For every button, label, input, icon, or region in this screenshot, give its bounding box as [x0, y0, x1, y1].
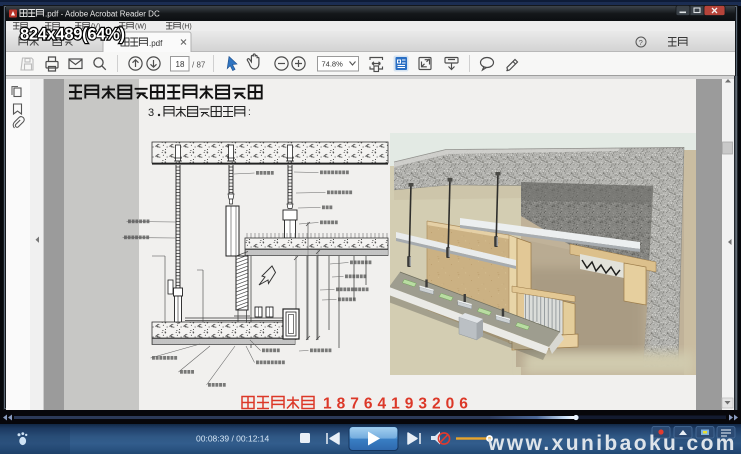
svg-text:74.8%: 74.8%	[322, 60, 344, 69]
svg-text::: :	[248, 107, 251, 118]
svg-text:www.xunibaoku.com: www.xunibaoku.com	[487, 432, 737, 454]
svg-text:/ 87: / 87	[192, 61, 206, 70]
svg-text:18: 18	[176, 60, 185, 69]
svg-text:(W): (W)	[135, 24, 146, 31]
svg-text:3: 3	[148, 107, 154, 119]
svg-text:.pdf - Adobe Acrobat Reader DC: .pdf - Adobe Acrobat Reader DC	[45, 10, 160, 19]
svg-text:18764193206: 18764193206	[323, 396, 473, 413]
svg-text:.pdf: .pdf	[149, 39, 163, 48]
svg-text:(H): (H)	[182, 24, 192, 31]
svg-text:?: ?	[639, 38, 643, 47]
svg-text:824x489(64%): 824x489(64%)	[20, 26, 125, 44]
svg-text:00:08:39 / 00:12:14: 00:08:39 / 00:12:14	[196, 434, 270, 444]
